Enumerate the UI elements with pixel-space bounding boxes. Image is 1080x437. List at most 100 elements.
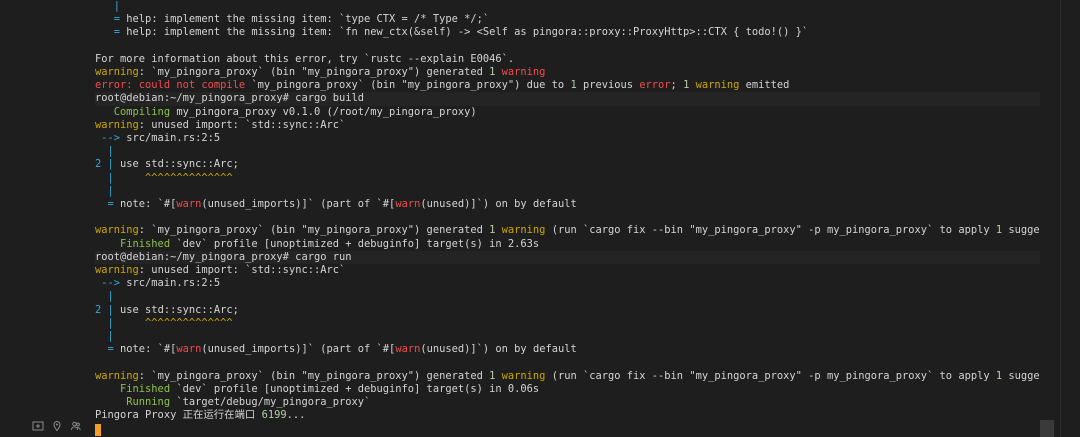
terminal-text: warn <box>176 198 202 210</box>
terminal-text: warning <box>95 66 139 78</box>
terminal-text: | <box>95 330 114 342</box>
terminal-text: warn <box>395 198 421 210</box>
terminal-line: | <box>95 330 1040 343</box>
terminal-line: | ^^^^^^^^^^^^^^ <box>95 172 1040 185</box>
terminal-text: (unused_imports)]` (part of `#[ <box>201 343 396 356</box>
terminal-text: warn <box>176 343 202 356</box>
terminal-cursor <box>95 424 101 436</box>
terminal-text: warning <box>495 66 546 78</box>
terminal-output[interactable]: | = help: implement the missing item: `t… <box>95 0 1040 437</box>
terminal-line: | <box>95 185 1040 198</box>
terminal-text: For more information about this error, t… <box>95 52 515 65</box>
terminal-text: `dev` profile [unoptimized + debuginfo] … <box>170 237 540 250</box>
terminal-text: Finished <box>95 382 171 395</box>
panel-divider <box>1060 0 1061 437</box>
terminal-line: 2 | use std::sync::Arc; <box>95 158 1040 171</box>
people-icon[interactable] <box>70 420 82 432</box>
terminal-line: --> src/main.rs:2:5 <box>95 277 1040 290</box>
terminal-line: Finished `dev` profile [unoptimized + de… <box>95 383 1040 396</box>
terminal-text: emitted <box>739 79 790 92</box>
terminal-text: error <box>639 79 671 92</box>
terminal-line: warning: unused import: `std::sync::Arc` <box>95 119 1040 132</box>
terminal-text: | <box>95 290 114 303</box>
terminal-text: --> <box>95 277 127 290</box>
terminal-text: warning <box>95 224 139 237</box>
terminal-text: : `#[ <box>145 198 177 210</box>
terminal-text: my_pingora_proxy v0.1.0 (/root/my_pingor… <box>170 105 477 118</box>
terminal-line: --> src/main.rs:2:5 <box>95 132 1040 145</box>
terminal-text: Compiling <box>95 105 171 118</box>
terminal-text: `my_pingora_proxy` (bin "my_pingora_prox… <box>245 79 571 92</box>
terminal-text: suggestion) <box>1008 369 1040 382</box>
terminal-text: error: could not compile <box>95 79 246 92</box>
terminal-line: | <box>95 145 1040 158</box>
location-pin-icon[interactable] <box>51 420 63 432</box>
terminal-line: Compiling my_pingora_proxy v0.1.0 (/root… <box>95 106 1040 119</box>
terminal-line: | <box>95 0 1040 13</box>
terminal-line: 2 | use std::sync::Arc; <box>95 304 1040 317</box>
terminal-text: 2 | <box>95 158 121 171</box>
terminal-line: = help: implement the missing item: `typ… <box>95 13 1040 26</box>
terminal-line: warning: `my_pingora_proxy` (bin "my_pin… <box>95 224 1040 237</box>
terminal-text: --> <box>95 132 127 144</box>
terminal-text: = <box>95 13 127 26</box>
terminal-text: warn <box>395 343 421 356</box>
scrollbar-thumb[interactable] <box>1040 420 1054 437</box>
terminal-text: ^^^^^^^^^^^^^^ <box>145 316 233 329</box>
terminal-text: : `my_pingora_proxy` (bin "my_pingora_pr… <box>138 369 490 382</box>
terminal-text: | <box>95 171 146 184</box>
terminal-line: warning: `my_pingora_proxy` (bin "my_pin… <box>95 66 1040 79</box>
terminal-text: | <box>95 0 121 12</box>
terminal-text: Finished <box>95 237 171 250</box>
terminal-text: Pingora Proxy 正在运行在端口 <box>95 409 262 422</box>
terminal-line: | ^^^^^^^^^^^^^^ <box>95 317 1040 330</box>
terminal-text: warning <box>95 118 139 131</box>
terminal-text: (run `cargo fix --bin "my_pingora_proxy"… <box>545 224 996 237</box>
terminal-text: warning <box>495 224 546 237</box>
terminal-text: ... <box>286 409 306 422</box>
terminal-line: Pingora Proxy 正在运行在端口 6199... <box>95 409 1040 422</box>
terminal-text: | <box>95 316 146 329</box>
terminal-text: : `my_pingora_proxy` (bin "my_pingora_pr… <box>138 224 490 237</box>
terminal-text: : implement the missing item: `type CTX … <box>151 13 490 26</box>
terminal-text: root@debian:~/my_pingora_proxy# cargo bu… <box>95 92 364 105</box>
terminal-line: warning: unused import: `std::sync::Arc` <box>95 264 1040 277</box>
terminal-text: Running <box>95 396 171 408</box>
terminal-text: ; <box>670 79 684 92</box>
terminal-text: src/main.rs:2:5 <box>126 277 221 290</box>
terminal-text: (unused_imports)]` (part of `#[ <box>201 198 396 210</box>
terminal-text: src/main.rs:2:5 <box>126 132 221 144</box>
terminal-text: warning <box>495 369 546 382</box>
terminal-text: = <box>95 26 127 39</box>
terminal-text: root@debian:~/my_pingora_proxy# cargo ru… <box>95 250 352 263</box>
terminal-line: = help: implement the missing item: `fn … <box>95 26 1040 39</box>
terminal-text: `dev` profile [unoptimized + debuginfo] … <box>170 382 540 395</box>
terminal-line: = note: `#[warn(unused_imports)]` (part … <box>95 198 1040 211</box>
terminal-line: error: could not compile `my_pingora_pro… <box>95 79 1040 92</box>
terminal-line: | <box>95 290 1040 303</box>
terminal-line: Finished `dev` profile [unoptimized + de… <box>95 238 1040 251</box>
terminal-text: | <box>95 184 114 197</box>
terminal-text: : unused import: `std::sync::Arc` <box>138 264 346 276</box>
terminal-text: = <box>95 343 121 356</box>
terminal-text: warning <box>95 264 139 276</box>
terminal-line: root@debian:~/my_pingora_proxy# cargo ru… <box>95 250 1040 264</box>
terminal-text: suggestion) <box>1008 224 1040 237</box>
terminal-text: 2 | <box>95 303 121 316</box>
new-tab-icon[interactable] <box>32 420 44 432</box>
terminal-text: use std::sync::Arc; <box>120 158 239 171</box>
terminal-text: 6199 <box>261 409 287 422</box>
terminal-text: : `#[ <box>145 343 177 356</box>
terminal-text: (unused)]`) on by default <box>420 198 577 210</box>
terminal-line: warning: `my_pingora_proxy` (bin "my_pin… <box>95 370 1040 383</box>
terminal-text: (run `cargo fix --bin "my_pingora_proxy"… <box>545 369 996 382</box>
terminal-text: help <box>126 13 152 26</box>
terminal-text: warning <box>95 369 139 382</box>
terminal-text: warning <box>695 79 740 92</box>
terminal-line: Running `target/debug/my_pingora_proxy` <box>95 396 1040 409</box>
terminal-text: : unused import: `std::sync::Arc` <box>138 118 346 131</box>
terminal-text: | <box>95 145 114 158</box>
terminal-text: (unused)]`) on by default <box>420 343 577 356</box>
